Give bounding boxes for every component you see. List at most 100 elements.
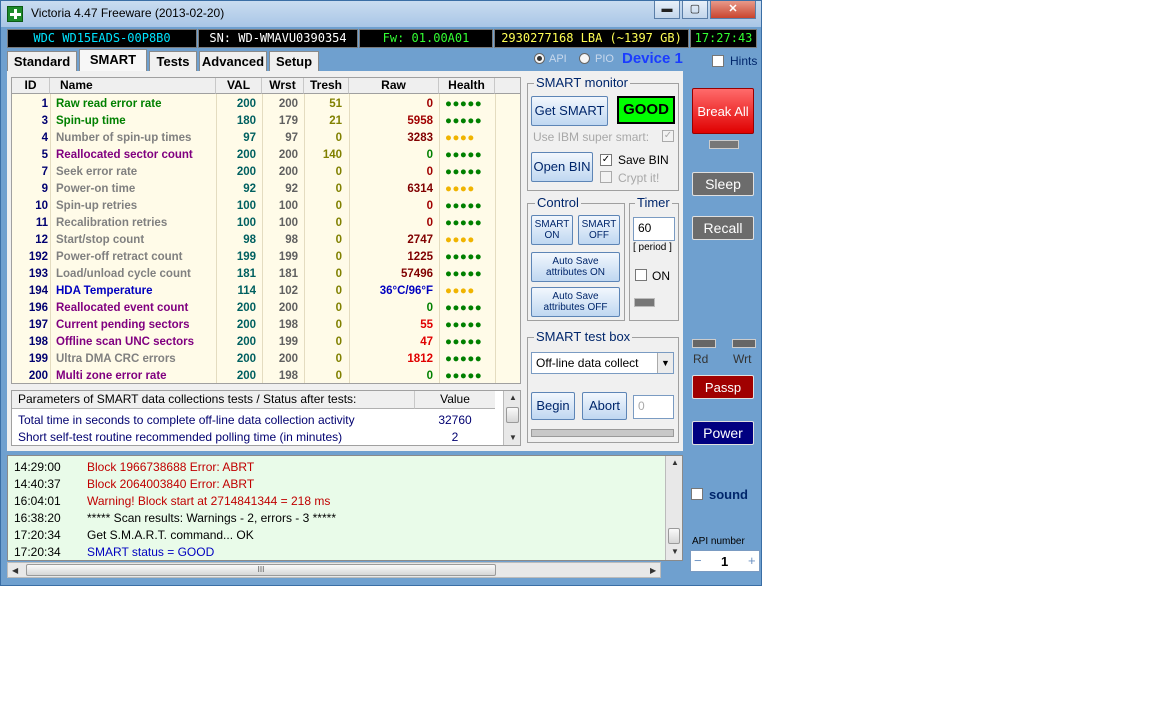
timer-on-checkbox[interactable] bbox=[635, 269, 647, 281]
api-radio[interactable] bbox=[534, 53, 545, 64]
ibm-smart-checkbox[interactable]: ✓ bbox=[662, 130, 674, 142]
scroll-up-arrow-icon[interactable]: ▲ bbox=[509, 393, 517, 402]
scroll-right-arrow-icon[interactable]: ▶ bbox=[650, 566, 656, 575]
attr-health: ●●●●● bbox=[445, 370, 483, 382]
attr-raw: 0 bbox=[426, 200, 433, 212]
smart-attribute-row[interactable]: 9 Power-on time 92 92 0 6314 ●●●● bbox=[12, 181, 520, 198]
col-raw-header[interactable]: Raw bbox=[349, 78, 439, 94]
app-window: Victoria 4.47 Freeware (2013-02-20) ▬ ▢ … bbox=[0, 0, 762, 586]
autosave-off-button[interactable]: Auto Save attributes OFF bbox=[531, 287, 620, 317]
smart-off-button[interactable]: SMART OFF bbox=[578, 215, 620, 245]
timer-on-label: ON bbox=[652, 269, 670, 283]
col-id-header[interactable]: ID bbox=[12, 78, 50, 94]
tab-tests[interactable]: Tests bbox=[149, 51, 197, 71]
log-message: Block 1966738688 Error: ABRT bbox=[87, 460, 255, 474]
power-button[interactable]: Power bbox=[692, 421, 754, 445]
smart-attribute-row[interactable]: 194 HDA Temperature 114 102 0 36°C/96°F ●●●● bbox=[12, 283, 520, 300]
attr-raw: 3283 bbox=[407, 132, 433, 144]
smart-attribute-row[interactable]: 196 Reallocated event count 200 200 0 0 ●●●●● bbox=[12, 300, 520, 317]
tab-advanced[interactable]: Advanced bbox=[199, 51, 267, 71]
smart-attribute-row[interactable]: 7 Seek error rate 200 200 0 0 ●●●●● bbox=[12, 164, 520, 181]
scroll-down-arrow-icon[interactable]: ▼ bbox=[671, 547, 679, 556]
scroll-down-arrow-icon[interactable]: ▼ bbox=[509, 433, 517, 442]
params-scrollbar[interactable]: ▲ ▼ bbox=[503, 391, 520, 445]
smart-attribute-row[interactable]: 199 Ultra DMA CRC errors 200 200 0 1812 ●●●●● bbox=[12, 351, 520, 368]
tab-smart[interactable]: SMART bbox=[79, 49, 147, 72]
smart-attribute-row[interactable]: 1 Raw read error rate 200 200 51 0 ●●●●● bbox=[12, 96, 520, 113]
smart-attribute-row[interactable]: 5 Reallocated sector count 200 200 140 0 ●●●●● bbox=[12, 147, 520, 164]
log-entry: 14:40:37 Block 2064003840 Error: ABRT bbox=[14, 476, 654, 493]
maximize-button[interactable]: ▢ bbox=[682, 1, 708, 19]
col-val-header[interactable]: VAL bbox=[216, 78, 262, 94]
col-health-header[interactable]: Health bbox=[439, 78, 495, 94]
passp-button[interactable]: Passp bbox=[692, 375, 754, 399]
attr-val: 100 bbox=[236, 217, 256, 229]
smart-attribute-row[interactable]: 3 Spin-up time 180 179 21 5958 ●●●●● bbox=[12, 113, 520, 130]
hints-label: Hints bbox=[730, 54, 758, 68]
attr-val: 200 bbox=[236, 319, 256, 331]
attr-id: 199 bbox=[28, 353, 48, 365]
smart-attribute-row[interactable]: 10 Spin-up retries 100 100 0 0 ●●●●● bbox=[12, 198, 520, 215]
attr-val: 200 bbox=[236, 166, 256, 178]
abort-button[interactable]: Abort bbox=[582, 392, 627, 420]
pio-radio[interactable] bbox=[579, 53, 590, 64]
tab-setup[interactable]: Setup bbox=[269, 51, 319, 71]
smart-attribute-row[interactable]: 193 Load/unload cycle count 181 181 0 57496 ●●… bbox=[12, 266, 520, 283]
device-label[interactable]: Device 1 bbox=[622, 50, 683, 67]
timer-input[interactable]: 60 bbox=[633, 217, 675, 241]
minimize-button[interactable]: ▬ bbox=[654, 1, 680, 19]
attr-id: 197 bbox=[28, 319, 48, 331]
col-wrst-header[interactable]: Wrst bbox=[262, 78, 304, 94]
autosave-on-button[interactable]: Auto Save attributes ON bbox=[531, 252, 620, 282]
attr-health: ●●●●● bbox=[445, 302, 483, 314]
api-plus-button[interactable]: + bbox=[748, 553, 756, 568]
hscroll-thumb[interactable]: III bbox=[26, 564, 496, 576]
api-minus-button[interactable]: − bbox=[694, 553, 702, 568]
api-label: API bbox=[549, 53, 567, 65]
attr-wrst: 198 bbox=[278, 370, 298, 382]
log-panel[interactable]: 14:29:00 Block 1966738688 Error: ABRT 14:4… bbox=[7, 455, 683, 561]
attr-name: Multi zone error rate bbox=[56, 370, 167, 382]
smart-attribute-row[interactable]: 200 Multi zone error rate 200 198 0 0 ●●●●● bbox=[12, 368, 520, 383]
sound-checkbox[interactable] bbox=[691, 488, 703, 500]
log-message: ***** Scan results: Warnings - 2, errors… bbox=[87, 511, 336, 525]
scroll-thumb[interactable] bbox=[668, 528, 680, 544]
begin-button[interactable]: Begin bbox=[531, 392, 575, 420]
test-progress-input[interactable]: 0 bbox=[633, 395, 674, 419]
attr-wrst: 200 bbox=[278, 353, 298, 365]
scroll-up-arrow-icon[interactable]: ▲ bbox=[671, 458, 679, 467]
smart-attribute-row[interactable]: 4 Number of spin-up times 97 97 0 3283 ●●●● bbox=[12, 130, 520, 147]
smart-attribute-row[interactable]: 11 Recalibration retries 100 100 0 0 ●●●●● bbox=[12, 215, 520, 232]
smart-attribute-row[interactable]: 12 Start/stop count 98 98 0 2747 ●●●● bbox=[12, 232, 520, 249]
api-number-stepper[interactable]: − 1 + bbox=[690, 550, 760, 572]
scroll-thumb[interactable] bbox=[506, 407, 519, 423]
tab-standard[interactable]: Standard bbox=[7, 51, 77, 71]
get-smart-button[interactable]: Get SMART bbox=[531, 96, 608, 126]
smart-attribute-row[interactable]: 198 Offline scan UNC sectors 200 199 0 47 ●●●●… bbox=[12, 334, 520, 351]
wrt-label: Wrt bbox=[733, 352, 752, 366]
title-bar[interactable]: Victoria 4.47 Freeware (2013-02-20) ▬ ▢ … bbox=[1, 1, 761, 27]
test-type-select[interactable]: Off-line data collect ▼ bbox=[531, 352, 674, 374]
scroll-left-arrow-icon[interactable]: ◀ bbox=[12, 566, 18, 575]
crypt-checkbox[interactable] bbox=[600, 171, 612, 183]
col-name-header[interactable]: Name bbox=[50, 78, 216, 94]
smart-attribute-row[interactable]: 192 Power-off retract count 199 199 0 1225 ●●●… bbox=[12, 249, 520, 266]
params-table[interactable]: Parameters of SMART data collections tes… bbox=[11, 390, 521, 446]
attr-raw: 47 bbox=[420, 336, 433, 348]
smart-attributes-table[interactable]: ID Name VAL Wrst Tresh Raw Health 1 Raw r… bbox=[11, 77, 521, 384]
col-tresh-header[interactable]: Tresh bbox=[304, 78, 349, 94]
recall-button[interactable]: Recall bbox=[692, 216, 754, 240]
open-bin-button[interactable]: Open BIN bbox=[531, 152, 593, 182]
save-bin-checkbox[interactable]: ✓ bbox=[600, 154, 612, 166]
chevron-down-icon[interactable]: ▼ bbox=[657, 353, 673, 373]
smart-on-button[interactable]: SMART ON bbox=[531, 215, 573, 245]
hints-checkbox[interactable] bbox=[712, 55, 724, 67]
close-button[interactable]: ✕ bbox=[710, 1, 756, 19]
log-message: Warning! Block start at 2714841344 = 218… bbox=[87, 494, 331, 508]
attr-wrst: 97 bbox=[285, 132, 298, 144]
log-hscrollbar[interactable]: ◀ III ▶ bbox=[7, 562, 661, 578]
sleep-button[interactable]: Sleep bbox=[692, 172, 754, 196]
log-vscrollbar[interactable]: ▲ ▼ bbox=[665, 456, 682, 560]
smart-attribute-row[interactable]: 197 Current pending sectors 200 198 0 55 ●●●●● bbox=[12, 317, 520, 334]
break-all-button[interactable]: Break All bbox=[692, 88, 754, 134]
